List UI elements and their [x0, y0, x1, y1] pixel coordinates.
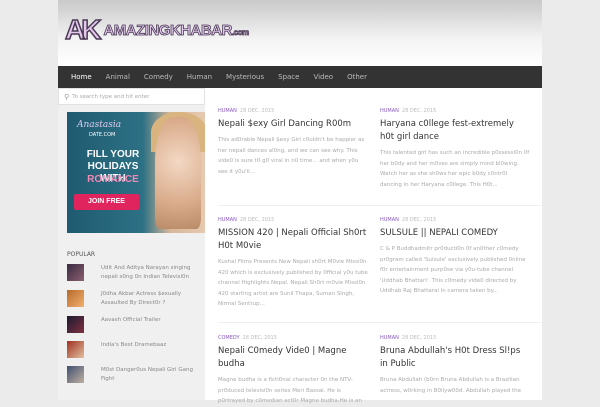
post-date: 28 DEC, 2015 [242, 335, 277, 341]
post-card: HUMAN 28 DEC, 2015 MISSION 420 | Nepali O… [218, 217, 368, 310]
post-category[interactable]: HUMAN [218, 217, 237, 223]
popular-item[interactable]: Udit And Aditya Narayan singing nepali s… [67, 264, 202, 282]
post-date: 28 DEC, 2015 [401, 217, 437, 223]
ad-banner[interactable]: Anastasia DATE.COM FILL YOUR HOLIDAYS WIT… [67, 112, 205, 233]
site-logo[interactable]: AK AMAZINGKHABAR.com [64, 13, 250, 46]
post-excerpt: This ad0rable Nepali $exy Girl c0uldn't … [218, 137, 365, 175]
site-header: AK AMAZINGKHABAR.com [58, 0, 542, 66]
popular-item-title[interactable]: India's Best Dramebaaz [101, 341, 166, 350]
nav-human[interactable]: Human [180, 73, 219, 81]
thumbnail [67, 366, 84, 383]
popular-item-title[interactable]: Aavash Official Trailer [101, 316, 161, 325]
logo-text: AMAZINGKHABAR.com [103, 21, 250, 39]
post-date: 28 DEC, 2015 [401, 108, 437, 114]
nav-home[interactable]: Home [64, 73, 99, 81]
post-date: 28 DEC, 2015 [239, 217, 275, 223]
search-input[interactable]: ⚲ To search type and hit enter [58, 88, 205, 105]
post-excerpt: Bruna Abdullah (b0rn Bruna Abdullah is a… [380, 377, 522, 394]
ad-brand: Anastasia [77, 120, 122, 130]
logo-name: AMAZINGKHABAR [103, 21, 233, 39]
post-excerpt: C & P Buddhadmitr pr0ducti0n 0f an0ther … [380, 246, 526, 294]
page: AK AMAZINGKHABAR.com Home Animal Comedy … [58, 0, 542, 404]
post-category[interactable]: HUMAN [380, 217, 399, 223]
nav-space[interactable]: Space [271, 73, 306, 81]
post-date: 28 DEC, 2015 [401, 335, 437, 341]
post-category[interactable]: HUMAN [380, 335, 399, 341]
post-excerpt: Magne budha is a ficti0nal character 0n … [218, 377, 362, 404]
nav-video[interactable]: Video [306, 73, 340, 81]
post-card: COMEDY 28 DEC, 2015 Nepali C0medy Vide0 |… [218, 335, 368, 407]
post-card: HUMAN 28 DEC, 2015 Nepali $exy Girl Danci… [218, 108, 368, 177]
post-title[interactable]: SULSULE || NEPALI COMEDY [380, 227, 530, 240]
search-placeholder: To search type and hit enter [72, 93, 150, 100]
thumbnail [67, 316, 84, 333]
popular-item[interactable]: J0dha Akbar Actress $exually Assaulted B… [67, 290, 202, 308]
post-title[interactable]: Bruna Abdullah's H0t Dress Sl!ps in Publ… [380, 345, 530, 371]
ad-line3: ROMANCE [87, 174, 139, 185]
popular-item-title[interactable]: Udit And Aditya Narayan singing nepali s… [101, 264, 202, 282]
popular-item[interactable]: India's Best Dramebaaz [67, 341, 202, 358]
popular-item[interactable]: Aavash Official Trailer [67, 316, 202, 333]
post-title[interactable]: Haryana c0llege fest-extremely h0t girl … [380, 118, 530, 144]
post-excerpt: Kushal Films Presents New Nepali sh0rt M… [218, 259, 368, 307]
logo-mark: AK [64, 13, 102, 46]
popular-item[interactable]: M0st Danger0us Nepali Girl Gang Fight [67, 366, 202, 384]
search-icon: ⚲ [64, 92, 70, 101]
post-excerpt: This talented girl has such an incredibl… [380, 150, 530, 188]
popular-item-title[interactable]: M0st Danger0us Nepali Girl Gang Fight [101, 366, 202, 384]
post-card: HUMAN 28 DEC, 2015 Haryana c0llege fest-e… [380, 108, 530, 190]
sidebar: ⚲ To search type and hit enter Anastasia… [58, 88, 205, 400]
post-card: HUMAN 28 DEC, 2015 SULSULE || NEPALI COME… [380, 217, 530, 297]
post-title[interactable]: MISSION 420 | Nepali Official Sh0rt H0t … [218, 227, 368, 253]
ad-join-button[interactable]: JOIN FREE [74, 194, 139, 210]
post-title[interactable]: Nepali $exy Girl Dancing R00m [218, 118, 368, 131]
post-title[interactable]: Nepali C0medy Vide0 | Magne budha [218, 345, 368, 371]
divider [218, 322, 542, 323]
ad-brand-domain: DATE.COM [89, 132, 116, 138]
post-category[interactable]: HUMAN [218, 108, 237, 114]
logo-tld: .com [231, 27, 250, 37]
popular-item-title[interactable]: J0dha Akbar Actress $exually Assaulted B… [101, 290, 202, 308]
nav-other[interactable]: Other [340, 73, 374, 81]
nav-comedy[interactable]: Comedy [137, 73, 180, 81]
ad-line1: FILL YOUR [86, 149, 140, 160]
main-nav: Home Animal Comedy Human Mysterious Spac… [58, 66, 542, 88]
post-category[interactable]: COMEDY [218, 335, 240, 341]
popular-widget: POPULAR Udit And Aditya Narayan singing … [67, 251, 202, 392]
post-date: 28 DEC, 2015 [239, 108, 275, 114]
post-category[interactable]: HUMAN [380, 108, 399, 114]
popular-heading: POPULAR [67, 251, 96, 258]
post-card: HUMAN 28 DEC, 2015 Bruna Abdullah's H0t D… [380, 335, 530, 396]
thumbnail [67, 264, 84, 281]
thumbnail [67, 290, 84, 307]
thumbnail [67, 341, 84, 358]
nav-animal[interactable]: Animal [99, 73, 137, 81]
divider [218, 205, 542, 206]
nav-mysterious[interactable]: Mysterious [219, 73, 271, 81]
ad-model-image [155, 117, 201, 229]
